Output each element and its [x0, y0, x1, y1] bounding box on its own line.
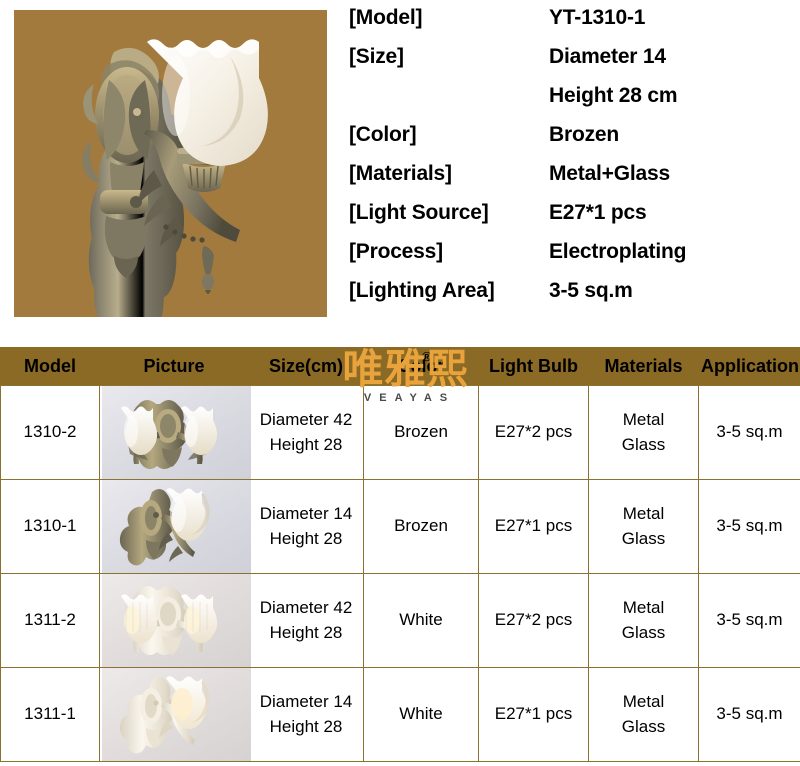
spec-label: [Lighting Area]: [349, 279, 495, 302]
cell-application: 3-5 sq.m: [698, 385, 800, 480]
table-row: 1310-1 Diameter 14 Height 28 Brozen E27*…: [0, 479, 800, 574]
spec-value: Electroplating: [549, 240, 687, 263]
spec-value: E27*1 pcs: [549, 201, 647, 224]
column-header-picture: Picture: [99, 347, 249, 386]
size-diameter: Diameter 42: [259, 409, 353, 429]
materials-line-2: Glass: [621, 622, 666, 642]
cell-size: Diameter 14 Height 28: [248, 479, 364, 574]
cell-model: 1311-2: [0, 573, 100, 668]
product-overview-section: [Model] YT-1310-1 [Size] Diameter 14 Hei…: [0, 0, 800, 340]
spec-row: Height 28 cm: [349, 84, 794, 123]
table-header-row: Model Picture Size(cm) Color ® Light Bul…: [0, 347, 800, 386]
cell-color: White: [363, 667, 479, 762]
cell-model: 1310-1: [0, 479, 100, 574]
cell-light-bulb: E27*1 pcs: [478, 479, 589, 574]
cell-materials: Metal Glass: [588, 479, 699, 574]
column-header-materials: Materials: [588, 347, 699, 386]
cell-picture: [99, 385, 251, 480]
column-header-application: Application: [698, 347, 800, 386]
spec-value: YT-1310-1: [549, 6, 646, 29]
cell-application: 3-5 sq.m: [698, 667, 800, 762]
thumbnail-wall-sconce-bronze-double-light: [102, 386, 251, 479]
size-height: Height 28: [269, 434, 343, 454]
cell-application: 3-5 sq.m: [698, 479, 800, 574]
spec-row: [Materials] Metal+Glass: [349, 162, 794, 201]
spec-value: Diameter 14: [549, 45, 666, 68]
spec-label: [Light Source]: [349, 201, 489, 224]
sconce-single-white-illustration: [119, 676, 210, 754]
thumbnail-wall-sconce-white-single-light: [102, 668, 251, 761]
wall-sconce-bronze-single-light-illustration: [82, 39, 268, 317]
spec-row: [Color] Brozen: [349, 123, 794, 162]
spec-label: [Process]: [349, 240, 443, 263]
cell-materials: Metal Glass: [588, 573, 699, 668]
sconce-single-bronze-illustration: [119, 488, 210, 566]
spec-row: [Process] Electroplating: [349, 240, 794, 279]
sconce-double-bronze-illustration: [121, 400, 218, 469]
materials-line-2: Glass: [621, 434, 666, 454]
column-header-color-label: Color: [397, 356, 445, 376]
thumbnail-wall-sconce-bronze-single-light: [102, 480, 251, 573]
cell-color: Brozen: [363, 479, 479, 574]
cell-light-bulb: E27*1 pcs: [478, 667, 589, 762]
cell-picture: [99, 573, 251, 668]
spec-row: [Model] YT-1310-1: [349, 6, 794, 45]
cell-light-bulb: E27*2 pcs: [478, 385, 589, 480]
cell-application: 3-5 sq.m: [698, 573, 800, 668]
thumbnail-wall-sconce-white-double-light: [102, 574, 251, 667]
size-diameter: Diameter 14: [259, 503, 353, 523]
size-diameter: Diameter 42: [259, 597, 353, 617]
table-row: 1311-1 Diameter 14 Height 28 White E27*1…: [0, 667, 800, 762]
spec-row: [Size] Diameter 14: [349, 45, 794, 84]
column-header-color: Color ®: [363, 347, 479, 386]
spec-value: Height 28 cm: [549, 84, 678, 107]
spec-value: Brozen: [549, 123, 619, 146]
materials-line-1: Metal: [622, 597, 665, 617]
cell-color: White: [363, 573, 479, 668]
spec-row: [Light Source] E27*1 pcs: [349, 201, 794, 240]
size-height: Height 28: [269, 622, 343, 642]
table-row: 1310-2 Diameter 42 Height 28 Brozen E27*…: [0, 385, 800, 480]
spec-row: [Lighting Area] 3-5 sq.m: [349, 279, 794, 318]
materials-line-1: Metal: [622, 691, 665, 711]
spec-label: [Model]: [349, 6, 423, 29]
cell-size: Diameter 42 Height 28: [248, 573, 364, 668]
spec-value: Metal+Glass: [549, 162, 670, 185]
cell-color: Brozen: [363, 385, 479, 480]
cell-model: 1311-1: [0, 667, 100, 762]
spec-label: [Size]: [349, 45, 404, 68]
registered-trademark-icon: ®: [422, 349, 432, 364]
materials-line-1: Metal: [622, 503, 665, 523]
model-comparison-table: Model Picture Size(cm) Color ® Light Bul…: [0, 347, 800, 762]
cell-size: Diameter 14 Height 28: [248, 667, 364, 762]
column-header-light-bulb: Light Bulb: [478, 347, 589, 386]
cell-picture: [99, 479, 251, 574]
spec-label: [Color]: [349, 123, 417, 146]
sconce-double-white-illustration: [121, 586, 218, 655]
cell-materials: Metal Glass: [588, 667, 699, 762]
cell-size: Diameter 42 Height 28: [248, 385, 364, 480]
size-diameter: Diameter 14: [259, 691, 353, 711]
spec-label: [Materials]: [349, 162, 452, 185]
product-spec-list: [Model] YT-1310-1 [Size] Diameter 14 Hei…: [349, 6, 794, 318]
size-height: Height 28: [269, 528, 343, 548]
column-header-size: Size(cm): [248, 347, 364, 386]
table-row: 1311-2 Diameter 42 Height 28 White E27*2…: [0, 573, 800, 668]
spec-value: 3-5 sq.m: [549, 279, 633, 302]
materials-line-1: Metal: [622, 409, 665, 429]
materials-line-2: Glass: [621, 716, 666, 736]
cell-materials: Metal Glass: [588, 385, 699, 480]
hero-product-photo: [14, 10, 327, 317]
cell-picture: [99, 667, 251, 762]
cell-light-bulb: E27*2 pcs: [478, 573, 589, 668]
cell-model: 1310-2: [0, 385, 100, 480]
size-height: Height 28: [269, 716, 343, 736]
column-header-model: Model: [0, 347, 100, 386]
materials-line-2: Glass: [621, 528, 666, 548]
model-comparison-table-wrapper: Model Picture Size(cm) Color ® Light Bul…: [0, 347, 800, 762]
